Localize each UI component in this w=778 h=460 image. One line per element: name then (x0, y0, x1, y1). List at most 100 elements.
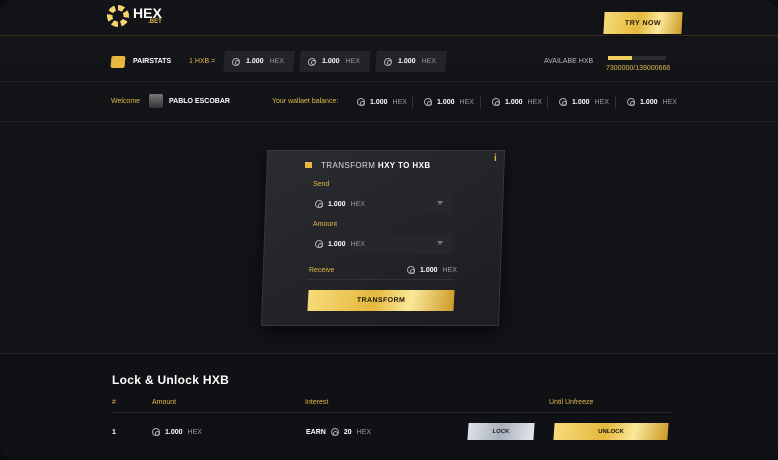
column-header-unfreeze: Until Unfreeze (549, 399, 594, 406)
coin-icon (314, 240, 324, 248)
balance-unit: HEX (662, 98, 677, 106)
coin-icon (627, 98, 635, 106)
available-progress-bar (608, 56, 666, 60)
rate-label: 1 HXB = (189, 58, 216, 65)
divider (412, 96, 413, 108)
transform-title-prefix: TRANSFORM (321, 161, 376, 170)
logo[interactable]: HEX .BET (107, 5, 162, 27)
amount-label: Amount (313, 221, 338, 228)
price-value: 1.000 (397, 58, 416, 65)
send-unit: HEX (350, 200, 366, 208)
balance-unit: HEX (527, 98, 542, 106)
balance-value: 1.000 (640, 98, 658, 106)
info-icon[interactable]: i (494, 153, 497, 164)
app-frame: HEX .BET TRY NOW PAIRSTATS 1 HXB = 1.000… (0, 0, 778, 460)
balance-unit: HEX (459, 98, 474, 106)
row-interest-label: EARN (306, 428, 326, 436)
transform-button[interactable]: TRANSFORM (307, 290, 455, 311)
receive-value: 1.000 (420, 266, 438, 274)
row-amount-unit: HEX (187, 428, 202, 436)
balance-item: 1.000 HEX (559, 98, 609, 106)
price-unit: HEX (269, 58, 285, 65)
hex-logo-icon (107, 5, 129, 27)
column-header-index: # (112, 399, 116, 406)
available-label: AVAILABE HXB (544, 58, 594, 65)
pairstats-label: PAIRSTATS (133, 58, 172, 65)
balance-value: 1.000 (437, 98, 455, 106)
amount-value: 1.000 (327, 240, 346, 248)
price-chip: 1.000 HEX (223, 51, 295, 72)
coin-icon (492, 98, 500, 106)
transform-card: TRANSFORM HXY TO HXB i Send 1.000 HEX Am… (260, 150, 506, 326)
top-bar: HEX .BET TRY NOW (0, 0, 778, 36)
chevron-down-icon (436, 201, 444, 205)
unlock-button[interactable]: UNLOCK (553, 423, 669, 440)
divider (480, 96, 481, 108)
row-interest: EARN 20 HEX (306, 428, 371, 436)
welcome-label: Welcome (111, 98, 141, 105)
row-interest-value: 20 (343, 428, 352, 436)
receive-unit: HEX (442, 266, 457, 274)
balance-item: 1.000 HEX (492, 98, 542, 106)
logo-name: HEX (133, 5, 162, 21)
welcome-row: Welcome PABLO ESCOBAR Your wallaet balan… (0, 84, 778, 122)
available-progress-fill (608, 56, 633, 60)
lock-section-title: Lock & Unlock HXB (112, 373, 230, 387)
price-value: 1.000 (321, 58, 340, 65)
price-unit: HEX (421, 58, 437, 65)
coin-icon (330, 428, 339, 436)
logo-text-block: HEX .BET (133, 5, 162, 25)
price-unit: HEX (345, 58, 361, 65)
coin-icon (559, 98, 567, 106)
coin-icon (152, 428, 160, 436)
send-value: 1.000 (327, 200, 346, 208)
lock-button[interactable]: LOCK (467, 423, 535, 440)
divider (615, 96, 616, 108)
balance-unit: HEX (594, 98, 609, 106)
coin-icon (357, 98, 365, 106)
transform-title: TRANSFORM HXY TO HXB (321, 161, 431, 170)
row-index: 1 (112, 429, 116, 436)
transform-title-pair: HXY TO HXB (377, 161, 431, 170)
row-interest-unit: HEX (356, 428, 372, 436)
balance-value: 1.000 (572, 98, 590, 106)
balance-value: 1.000 (505, 98, 523, 106)
try-now-button[interactable]: TRY NOW (603, 12, 683, 34)
column-header-amount: Amount (152, 399, 177, 406)
available-value: 7300000/139000666 (606, 65, 671, 72)
lock-section: Lock & Unlock HXB # Amount Interest Unti… (0, 353, 778, 460)
coin-icon (307, 57, 317, 66)
coin-icon (424, 98, 432, 106)
send-select[interactable]: 1.000 HEX (306, 194, 454, 214)
row-amount: 1.000 HEX (152, 428, 202, 436)
amount-unit: HEX (350, 240, 366, 248)
user-name: PABLO ESCOBAR (169, 98, 230, 105)
column-header-interest: Interest (305, 399, 329, 406)
chevron-down-icon (436, 241, 444, 245)
price-chip: 1.000 HEX (375, 51, 447, 72)
coin-icon (407, 266, 415, 274)
balance-unit: HEX (392, 98, 407, 106)
row-amount-value: 1.000 (165, 428, 183, 436)
balance-item: 1.000 HEX (424, 98, 474, 106)
send-label: Send (313, 181, 330, 188)
balance-item: 1.000 HEX (357, 98, 407, 106)
avatar[interactable] (149, 94, 163, 108)
receive-output: 1.000 HEX (407, 266, 457, 274)
amount-select[interactable]: 1.000 HEX (306, 234, 454, 254)
receive-label: Receive (309, 267, 335, 274)
coin-icon (231, 57, 241, 66)
balance-value: 1.000 (370, 98, 388, 106)
transform-icon (305, 162, 312, 168)
coin-icon (383, 57, 393, 66)
pairstats-row: PAIRSTATS 1 HXB = 1.000 HEX 1.000 HEX 1.… (0, 42, 778, 82)
divider (308, 279, 454, 280)
table-divider (112, 412, 672, 413)
pairstats-icon (110, 56, 126, 68)
price-chip: 1.000 HEX (299, 51, 371, 72)
coin-icon (314, 200, 324, 208)
balance-label: Your wallaet balance: (272, 98, 339, 105)
price-value: 1.000 (245, 58, 264, 65)
balance-item: 1.000 HEX (627, 98, 677, 106)
divider (547, 96, 548, 108)
